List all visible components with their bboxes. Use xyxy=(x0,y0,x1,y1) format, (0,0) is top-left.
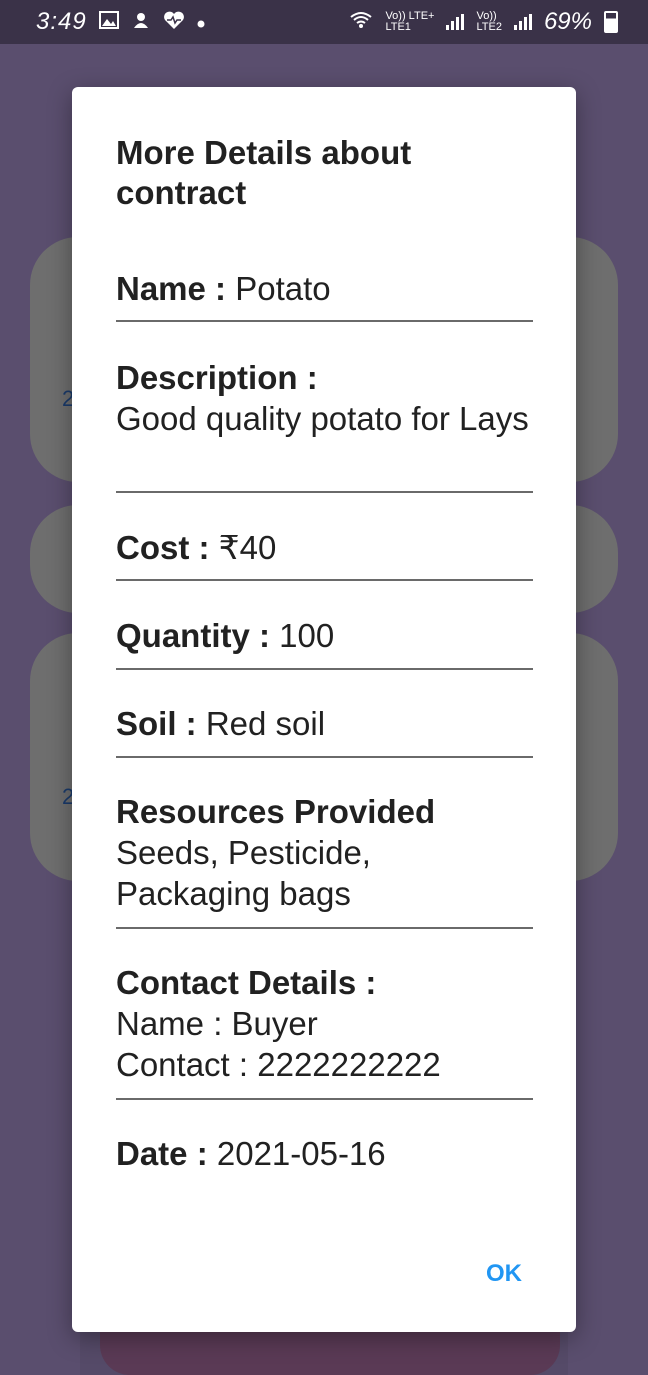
network1-bottom: LTE1 xyxy=(385,21,411,33)
contact-label: Contact Details : xyxy=(116,964,377,1001)
battery-percent: 69% xyxy=(543,8,592,35)
battery-icon xyxy=(604,11,618,33)
dot-icon xyxy=(197,12,205,32)
description-field: Description : Good quality potato for La… xyxy=(116,357,533,439)
status-left: 3:49 xyxy=(36,8,205,36)
soil-field: Soil : Red soil xyxy=(116,703,533,744)
ok-button[interactable]: OK xyxy=(472,1257,536,1291)
divider xyxy=(116,579,533,581)
status-time: 3:49 xyxy=(36,8,87,35)
divider xyxy=(116,927,533,929)
quantity-field: Quantity : 100 xyxy=(116,615,533,656)
soil-value: Red soil xyxy=(205,705,326,742)
signal1-icon xyxy=(446,14,465,30)
app-notification-icon xyxy=(131,10,151,34)
quantity-label: Quantity : xyxy=(116,617,270,654)
cost-label: Cost : xyxy=(116,529,210,566)
quantity-value: 100 xyxy=(279,617,335,654)
status-right: Vo)) LTE+ LTE1 Vo)) LTE2 69% xyxy=(349,8,618,36)
gallery-icon xyxy=(98,11,119,33)
contact-phone: Contact : 2222222222 xyxy=(116,1046,441,1083)
divider xyxy=(116,756,533,758)
divider xyxy=(116,668,533,670)
date-field: Date : 2021-05-16 xyxy=(116,1133,533,1174)
divider xyxy=(116,491,533,493)
date-label: Date : xyxy=(116,1135,208,1172)
resources-label: Resources Provided xyxy=(116,793,436,830)
network1-label: Vo)) LTE+ LTE1 xyxy=(385,11,434,33)
contact-name: Name : Buyer xyxy=(116,1005,318,1042)
health-heart-icon xyxy=(163,10,185,34)
resources-field: Resources Provided Seeds, Pesticide, Pac… xyxy=(116,791,533,914)
contract-details-dialog: More Details about contract Name : Potat… xyxy=(72,87,576,1332)
wifi-icon xyxy=(349,11,373,33)
description-label: Description : xyxy=(116,359,318,396)
description-value: Good quality potato for Lays xyxy=(116,400,529,437)
contact-field: Contact Details : Name : Buyer Contact :… xyxy=(116,962,533,1085)
signal2-icon xyxy=(513,14,532,30)
date-value: 2021-05-16 xyxy=(216,1135,386,1172)
cost-field: Cost : ₹40 xyxy=(116,527,533,568)
network2-label: Vo)) LTE2 xyxy=(476,11,501,33)
dialog-title: More Details about contract xyxy=(116,134,412,211)
name-field: Name : Potato xyxy=(116,268,533,309)
soil-label: Soil : xyxy=(116,705,197,742)
divider xyxy=(116,320,533,322)
divider xyxy=(116,1098,533,1100)
name-label: Name : xyxy=(116,270,227,307)
cost-value: ₹40 xyxy=(218,529,277,566)
resources-value: Seeds, Pesticide, Packaging bags xyxy=(116,834,371,912)
name-value: Potato xyxy=(235,270,331,307)
status-bar: 3:49 Vo)) LTE+ LTE1 Vo)) LTE2 69% xyxy=(0,0,648,44)
network2-bottom: LTE2 xyxy=(476,21,502,33)
